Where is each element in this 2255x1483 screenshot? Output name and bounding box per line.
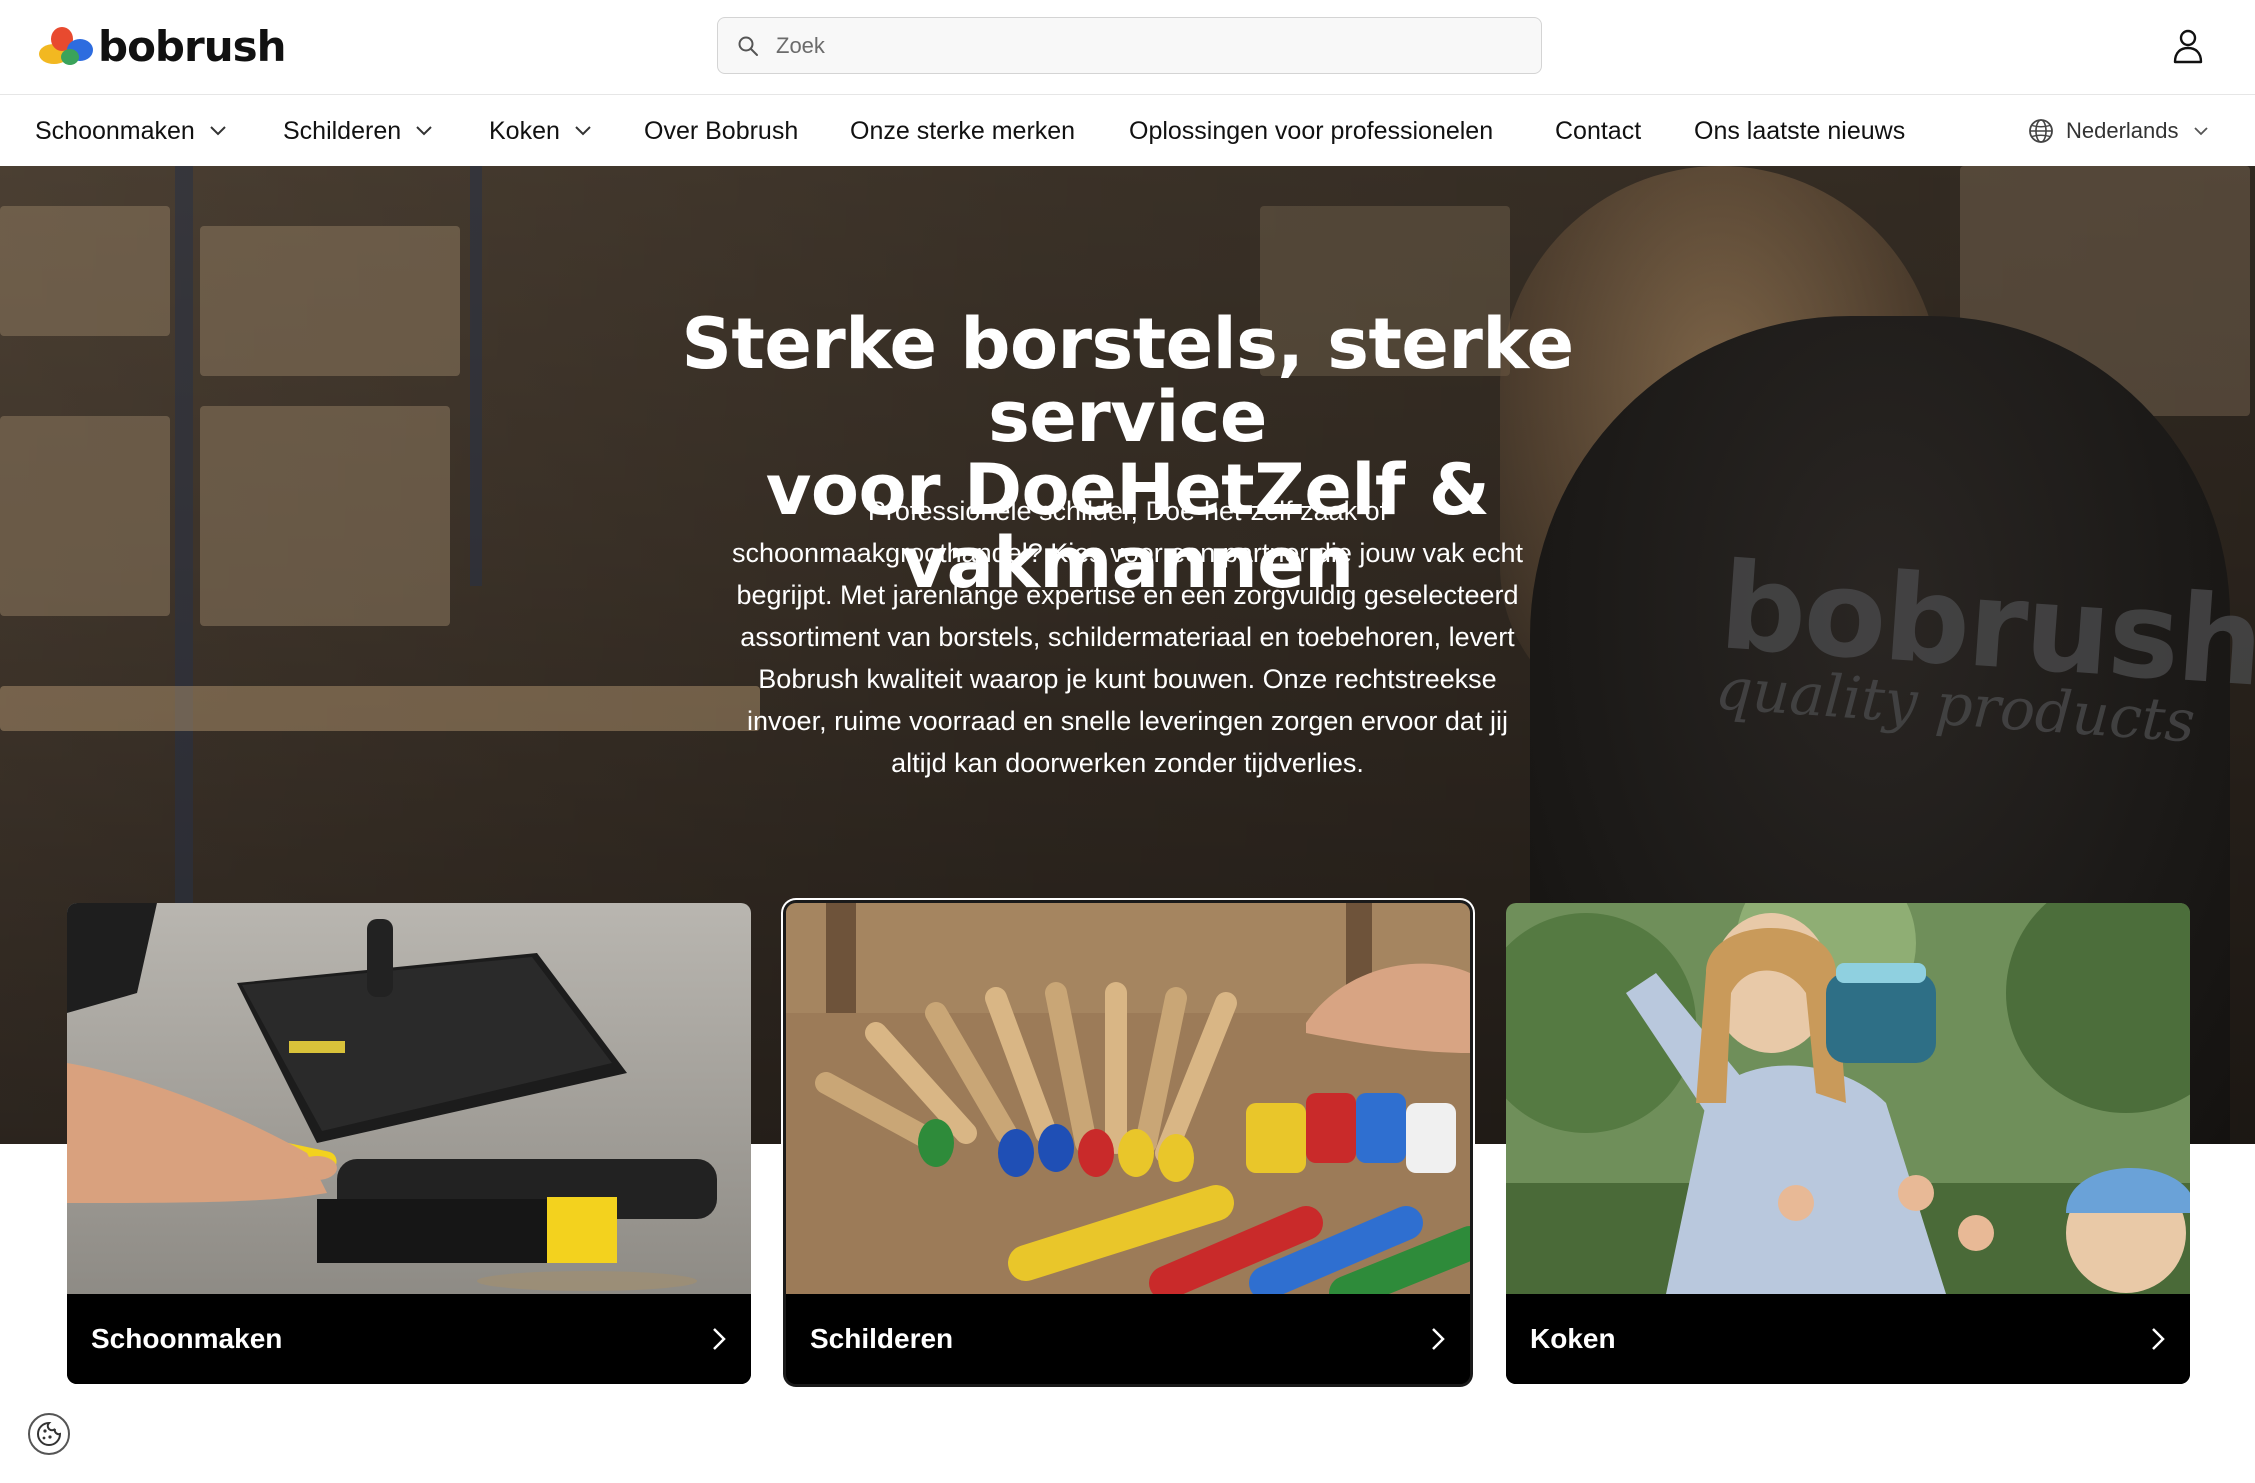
cookie-icon (37, 1421, 62, 1446)
category-bar: Schoonmaken (67, 1294, 751, 1384)
category-card-schoonmaken[interactable]: Schoonmaken (67, 903, 751, 1384)
nav-item-label: Contact (1555, 116, 1642, 145)
brand-logo-icon (39, 27, 93, 65)
hero-description-line: invoer, ruime voorraad en snelle leverin… (747, 706, 1508, 736)
language-label: Nederlands (2066, 118, 2179, 143)
category-image-cooking (1506, 903, 2190, 1294)
nav-item-schilderen[interactable]: Schilderen (283, 95, 433, 167)
hero-backdrop-shelf-post (470, 166, 482, 586)
user-icon (2173, 29, 2203, 64)
hero-description-line: assortiment van borstels, schildermateri… (740, 622, 1515, 652)
cookie-settings-button[interactable] (28, 1413, 70, 1455)
brand-logo[interactable]: bobrush (36, 21, 286, 71)
hero-description-line: altijd kan doorwerken zonder tijdverlies… (891, 748, 1364, 778)
hero-backdrop-shelf-post (175, 166, 193, 926)
category-label: Schilderen (810, 1323, 954, 1354)
category-image-cleaning (67, 903, 751, 1294)
chevron-right-icon (2152, 1328, 2165, 1350)
main-navigation: Schoonmaken Schilderen Koken Over Bobrus… (0, 94, 2255, 166)
hero-backdrop-box (200, 406, 450, 626)
hero-backdrop-shelf (0, 686, 760, 731)
chevron-right-icon (713, 1328, 726, 1350)
hero-description-line: Bobrush kwaliteit waarop je kunt bouwen.… (758, 664, 1497, 694)
nav-item-label: Ons laatste nieuws (1694, 116, 1906, 145)
nav-item-laatste-nieuws[interactable]: Ons laatste nieuws (1694, 95, 1905, 167)
nav-item-label: Oplossingen voor professionelen (1129, 116, 1494, 145)
brand-name: bobrush (98, 21, 286, 71)
nav-item-koken[interactable]: Koken (489, 95, 592, 167)
chevron-down-icon (416, 126, 432, 136)
nav-item-label: Koken (489, 116, 560, 145)
category-label: Koken (1530, 1323, 1616, 1354)
language-selector[interactable]: Nederlands (2028, 95, 2209, 167)
chevron-down-icon (210, 126, 226, 136)
nav-item-oplossingen[interactable]: Oplossingen voor professionelen (1129, 95, 1493, 167)
account-button[interactable] (2170, 26, 2206, 66)
search-bar[interactable] (717, 17, 1542, 74)
nav-item-label: Over Bobrush (644, 116, 799, 145)
nav-item-onze-sterke-merken[interactable]: Onze sterke merken (850, 95, 1075, 167)
chevron-down-icon (575, 126, 591, 136)
hero-backdrop-box (200, 226, 460, 376)
hero-description-line: schoonmaakgroothandel? Kies voor een par… (732, 538, 1523, 568)
nav-item-label: Schoonmaken (35, 116, 195, 145)
hero-description-line: begrijpt. Met jarenlange expertise en ee… (736, 580, 1519, 610)
search-input[interactable] (776, 32, 1476, 59)
globe-icon (2029, 119, 2053, 143)
chevron-right-icon (1432, 1328, 1445, 1350)
nav-item-label: Onze sterke merken (850, 116, 1076, 145)
nav-item-contact[interactable]: Contact (1555, 95, 1641, 167)
hero-backdrop-box (0, 416, 170, 616)
category-card-schilderen[interactable]: Schilderen (786, 903, 1470, 1384)
category-label: Schoonmaken (91, 1323, 283, 1354)
hero-title-line: Sterke borstels, sterke service (681, 303, 1574, 458)
hero-backdrop-box (0, 206, 170, 336)
category-bar: Schilderen (786, 1294, 1470, 1384)
hero-description-line: Professionele schilder, Doe-het-zelf zaa… (867, 496, 1388, 526)
nav-item-over-bobrush[interactable]: Over Bobrush (644, 95, 798, 167)
hero-description: Professionele schilder, Doe-het-zelf zaa… (690, 490, 1565, 784)
site-header: bobrush (0, 0, 2255, 94)
category-card-koken[interactable]: Koken (1506, 903, 2190, 1384)
nav-item-schoonmaken[interactable]: Schoonmaken (35, 95, 227, 167)
search-icon (738, 36, 758, 56)
category-bar: Koken (1506, 1294, 2190, 1384)
chevron-down-icon (2193, 126, 2208, 135)
nav-item-label: Schilderen (283, 116, 402, 145)
category-image-painting (786, 903, 1470, 1294)
